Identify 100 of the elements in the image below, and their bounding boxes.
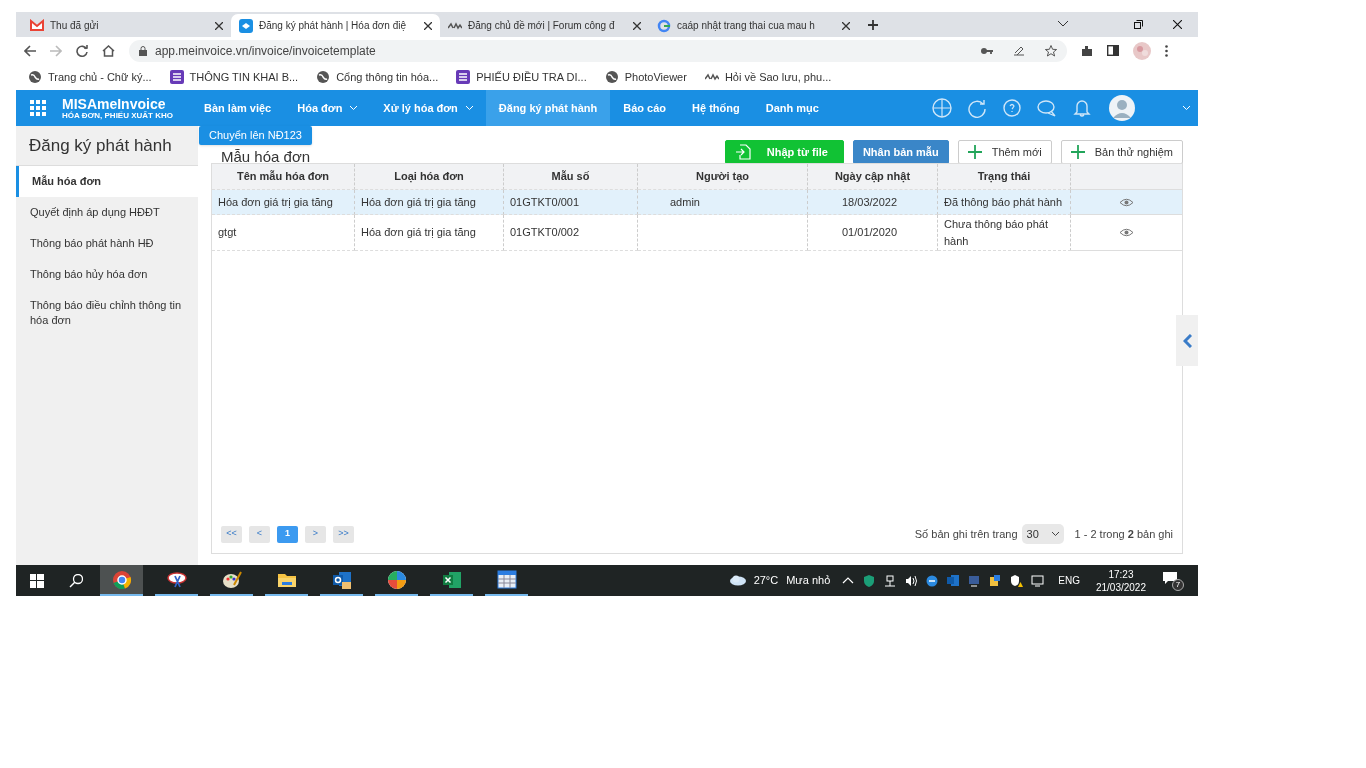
- clock-date[interactable]: 21/03/2022: [1095, 580, 1146, 594]
- help-icon[interactable]: [1002, 98, 1022, 118]
- chrome-icon: [111, 569, 132, 590]
- volume-icon[interactable]: [905, 573, 919, 588]
- table-cell: 01GTKT0/002: [504, 215, 638, 251]
- app-logo-icon: [239, 18, 253, 33]
- cloud-rain-icon: [728, 574, 747, 587]
- table-cell: Đã thông báo phát hành: [938, 190, 1071, 215]
- close-icon[interactable]: [424, 21, 432, 30]
- page-size-label: Số bản ghi trên trang: [914, 526, 1018, 542]
- table-cell: 01GTKT0/001: [504, 190, 638, 215]
- chevron-down-icon[interactable]: [1058, 21, 1068, 27]
- import-file-icon: [734, 144, 751, 160]
- record-count: 1 - 2 trong 2 bản ghi: [1074, 526, 1173, 542]
- sidebar-item[interactable]: Mẫu hóa đơn: [16, 166, 198, 197]
- logo-tagline: HÓA ĐƠN, PHIẾU XUẤT KHO: [62, 111, 173, 120]
- table-cell: admin: [638, 190, 808, 215]
- close-icon[interactable]: [1173, 20, 1182, 29]
- reload-icon[interactable]: [76, 44, 88, 57]
- view-icon[interactable]: [1119, 228, 1134, 237]
- key-icon[interactable]: [981, 46, 993, 55]
- toolbar-button[interactable]: Nhân bản mẫu: [852, 140, 949, 164]
- mail-app-icon: [331, 569, 352, 590]
- clock-time[interactable]: 17:23: [1108, 567, 1134, 581]
- notification-icon[interactable]: [1162, 570, 1178, 585]
- browser-tab[interactable]: Đăng ký phát hành | Hóa đơn điệ: [231, 14, 440, 37]
- bookmark[interactable]: Trang chủ - Chữ ký...: [28, 68, 152, 86]
- sidebar-item[interactable]: Quyết định áp dụng HĐĐT: [16, 197, 198, 228]
- collapse-handle[interactable]: [1176, 315, 1198, 366]
- table-cell: Chưa thông báo phát hành: [938, 215, 1071, 251]
- side-panel-icon[interactable]: [1107, 45, 1119, 56]
- form-icon: [456, 70, 471, 84]
- table-window-icon: [496, 569, 517, 590]
- windows-start-icon[interactable]: [30, 573, 44, 588]
- chevron-down-icon: [1051, 532, 1059, 536]
- address-bar[interactable]: app.meinvoice.vn/invoice/invoicetemplate: [129, 39, 1067, 62]
- lock-icon: [139, 45, 147, 56]
- table-cell: gtgt: [212, 215, 355, 251]
- column-header: Tên mẫu hóa đơn: [212, 164, 355, 190]
- temperature: 27°C: [753, 573, 779, 589]
- column-header: Trạng thái: [938, 164, 1071, 190]
- chevron-left-icon: [1182, 333, 1192, 348]
- bookmark[interactable]: Hỏi về Sao lưu, phu...: [704, 68, 832, 86]
- sidebar-item[interactable]: Thông báo phát hành HĐ: [16, 228, 198, 259]
- weather-label: Mưa nhỏ: [786, 573, 831, 589]
- plus-icon: [967, 145, 982, 159]
- bookmark[interactable]: PhotoViewer: [604, 68, 687, 86]
- column-header: Người tạo: [638, 164, 808, 190]
- sidebar-item[interactable]: Thông báo hủy hóa đơn: [16, 259, 198, 290]
- pagination-button[interactable]: >: [305, 525, 326, 543]
- network-icon[interactable]: [884, 573, 898, 588]
- plus-icon: [1070, 145, 1085, 159]
- palette-icon: [221, 569, 242, 590]
- tooltip: Chuyển lên NĐ123: [199, 126, 312, 145]
- user-avatar-icon[interactable]: [1109, 95, 1135, 121]
- chat-help-icon[interactable]: [1037, 98, 1057, 118]
- shield-icon[interactable]: [863, 573, 877, 588]
- mail-app-icon[interactable]: [947, 573, 961, 588]
- close-icon[interactable]: [633, 21, 641, 30]
- home-icon[interactable]: [102, 44, 115, 57]
- add-circle-icon[interactable]: [932, 98, 952, 118]
- bookmark[interactable]: Cổng thông tin hóa...: [316, 68, 439, 86]
- bell-icon[interactable]: [1072, 98, 1092, 118]
- table-cell: 01/01/2020: [808, 215, 938, 251]
- app-logo: MISAmeInvoice: [62, 96, 167, 111]
- search-icon[interactable]: [69, 573, 83, 588]
- refresh-icon[interactable]: [967, 98, 987, 118]
- close-icon[interactable]: [215, 21, 223, 30]
- toolbar-button[interactable]: Thêm mới: [957, 140, 1052, 164]
- back-icon[interactable]: [24, 44, 36, 57]
- bookmark[interactable]: PHIẾU ĐIỀU TRA DI...: [456, 68, 587, 86]
- google-icon: [657, 18, 671, 33]
- color-wheel-icon: [386, 569, 407, 590]
- pagination-button[interactable]: <: [249, 525, 270, 543]
- new-tab-icon[interactable]: [868, 20, 878, 30]
- restore-icon[interactable]: [1134, 20, 1143, 29]
- share-icon[interactable]: [1013, 45, 1025, 56]
- page-size-select[interactable]: 30: [1021, 524, 1064, 544]
- star-icon[interactable]: [1045, 44, 1057, 57]
- more-icon[interactable]: [1165, 44, 1168, 57]
- apps-grid-icon[interactable]: [30, 100, 46, 116]
- close-icon[interactable]: [842, 21, 850, 30]
- pagination-button[interactable]: <<: [221, 525, 242, 543]
- page-heading: Mẫu hóa đơn: [221, 149, 311, 164]
- sidebar-item[interactable]: Thông báo điều chỉnh thông tin hóa đơn: [16, 290, 198, 336]
- document-icon[interactable]: [989, 573, 1003, 588]
- bookmark[interactable]: THÔNG TIN KHAI B...: [169, 68, 299, 86]
- view-icon[interactable]: [1119, 197, 1134, 207]
- toolbar-button[interactable]: Bản thử nghiệm: [1060, 140, 1183, 164]
- column-header: Ngày cập nhật: [808, 164, 938, 190]
- monitor-app-icon[interactable]: [968, 573, 982, 588]
- extensions-icon[interactable]: [1081, 44, 1093, 57]
- pagination-button[interactable]: >>: [333, 525, 354, 543]
- table-cell: Hóa đơn giá trị gia tăng: [212, 190, 355, 215]
- spreadsheet-icon: [441, 569, 462, 590]
- display-icon[interactable]: [1031, 573, 1045, 588]
- table-cell: Hóa đơn giá trị gia tăng: [355, 190, 504, 215]
- security-warning-icon[interactable]: [1010, 573, 1024, 588]
- globe-icon: [604, 70, 619, 84]
- language-indicator[interactable]: ENG: [1058, 573, 1080, 588]
